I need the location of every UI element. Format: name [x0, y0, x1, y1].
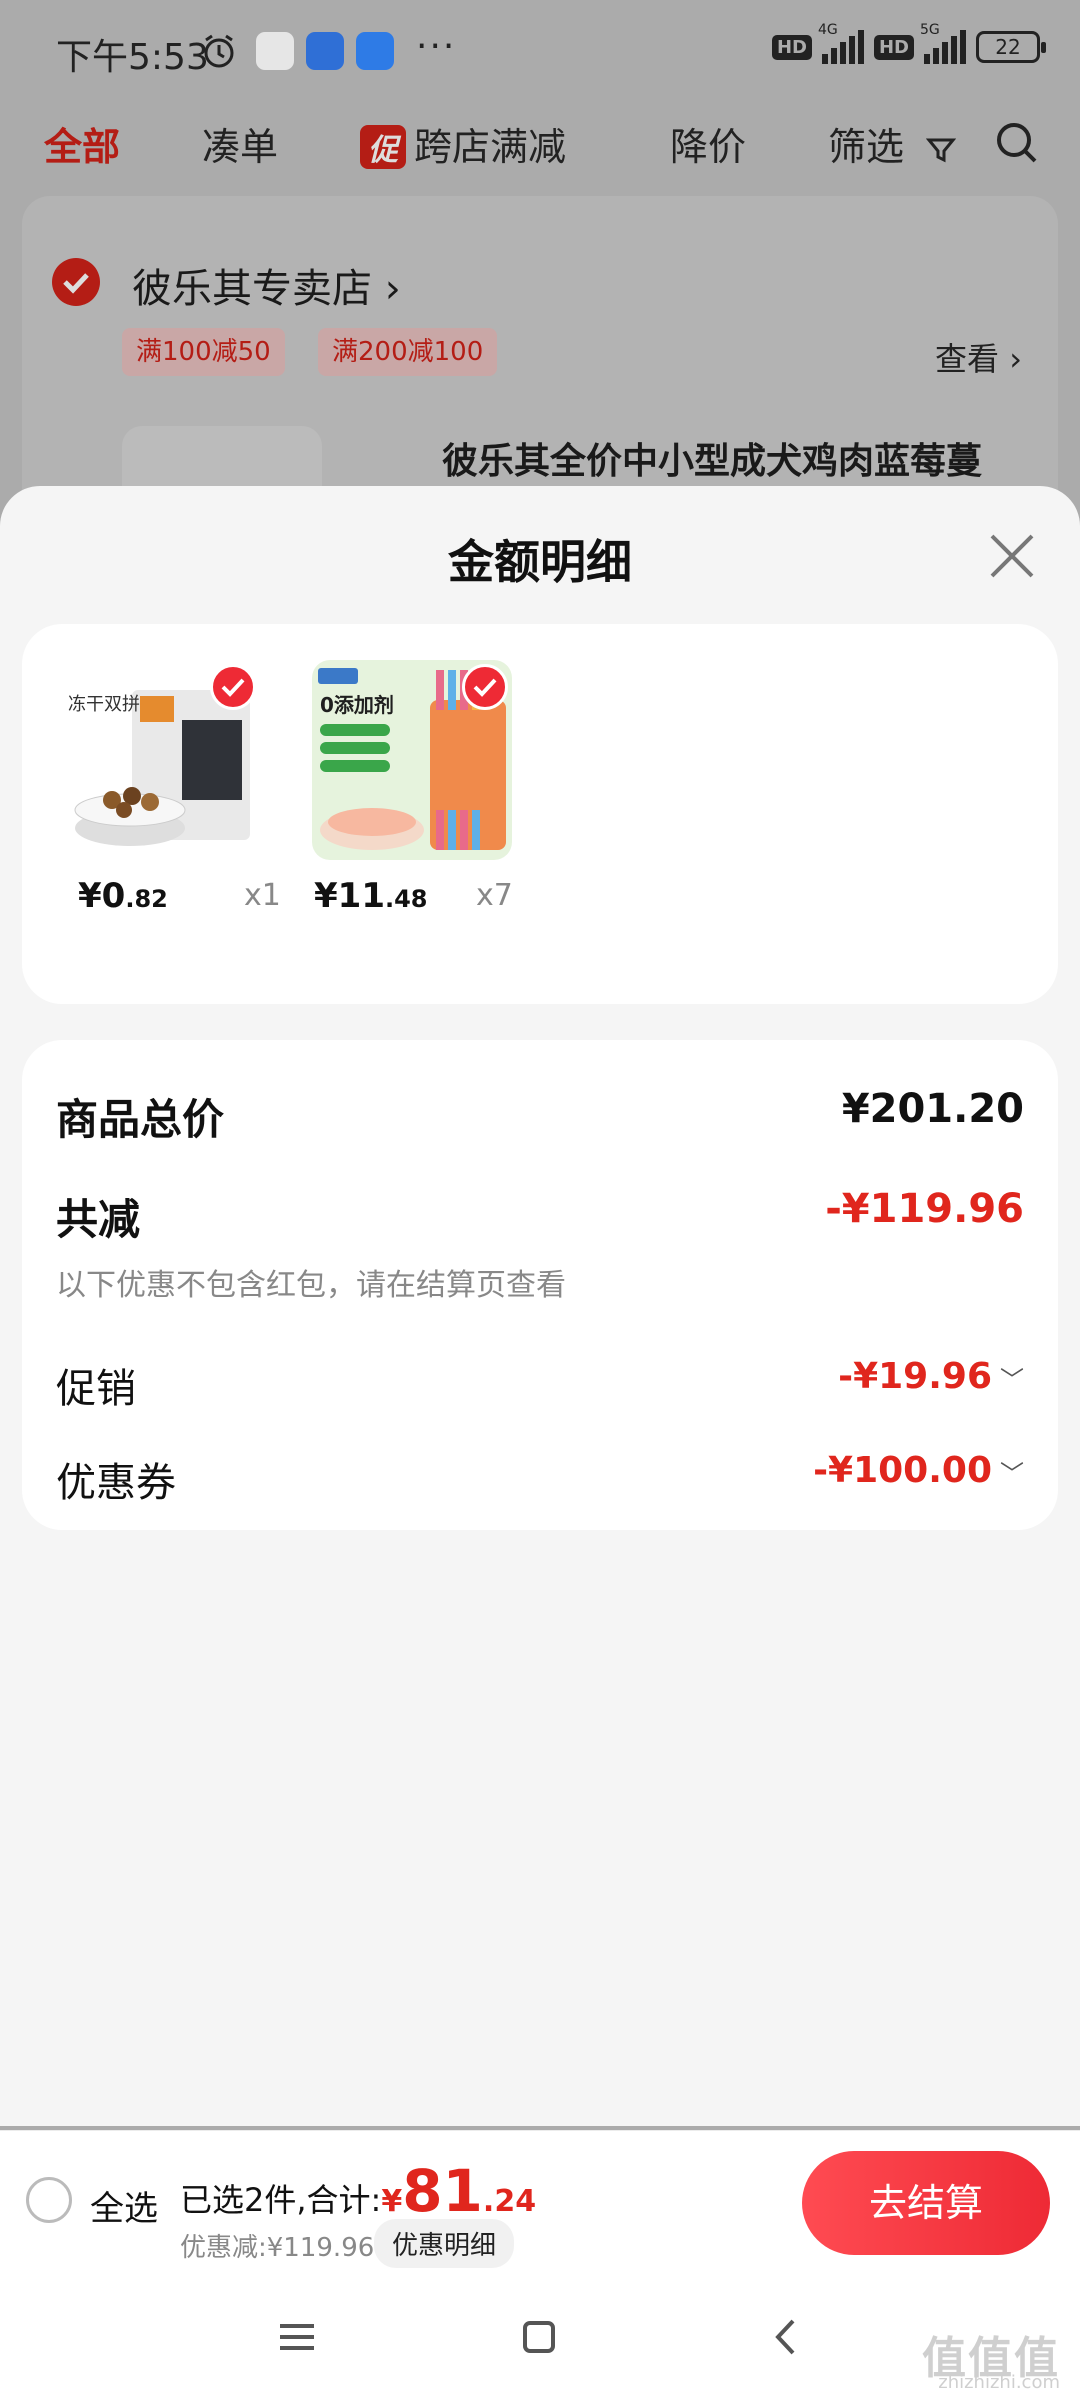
status-right: HD 4G HD 5G 22	[771, 22, 1046, 64]
product-title[interactable]: 彼乐其全价中小型成犬鸡肉蓝莓蔓	[442, 432, 982, 484]
back-icon[interactable]	[762, 2312, 812, 2362]
store-name[interactable]: 彼乐其专卖店 ›	[132, 256, 401, 314]
menu-icon[interactable]	[272, 2312, 322, 2362]
wallet-app-icon	[306, 32, 344, 70]
item-2-image: 0添加剂	[312, 660, 512, 860]
alarm-icon	[200, 32, 238, 70]
system-nav-bar	[0, 2270, 1080, 2400]
total-int: 81	[402, 2157, 483, 2225]
tab-cross-store-label: 跨店满减	[414, 125, 567, 169]
view-link-label: 查看	[935, 340, 1000, 378]
selected-count-label: 已选2件,合计:	[180, 2181, 382, 2219]
item-2-package-text: 0添加剂	[320, 693, 394, 717]
select-all-label[interactable]: 全选	[90, 2181, 158, 2230]
item-2-price: ¥11.48	[314, 876, 428, 916]
item-2[interactable]: 0添加剂	[312, 660, 522, 860]
hd-badge: HD	[771, 34, 812, 60]
store-name-label: 彼乐其专卖店	[132, 266, 372, 312]
item-2-price-int: ¥11	[314, 876, 385, 916]
network-5g-label: 5G	[920, 22, 940, 38]
promo-badge: 促	[360, 125, 406, 169]
items-card: 冻干双拼 ¥0.82 x1 0添加剂 ¥11.48 x7	[22, 624, 1058, 1004]
store-check-icon[interactable]	[52, 258, 100, 306]
video-app-icon	[256, 32, 294, 70]
tab-price-drop[interactable]: 降价	[670, 116, 746, 171]
item-2-price-dec: .48	[384, 885, 428, 913]
item-1-price-dec: .82	[125, 885, 168, 913]
checkout-bar: 全选 已选2件,合计:¥81.24 优惠减:¥119.96 优惠明细 去结算	[0, 2130, 1080, 2270]
home-icon[interactable]	[514, 2312, 564, 2362]
discount-detail-button[interactable]: 优惠明细	[374, 2219, 515, 2268]
tab-cross-store[interactable]: 促跨店满减	[360, 116, 566, 171]
watermark-url: zhizhizhi.com	[938, 2372, 1060, 2393]
tab-bundle[interactable]: 凑单	[202, 116, 278, 171]
amount-detail-sheet: 金额明细 冻干双拼 ¥0.82 x1 0添加剂 ¥11.48 x7 商品总价 ¥…	[0, 486, 1080, 2126]
discount-summary: 优惠减:¥119.96	[180, 2233, 375, 2263]
discount-label: 共减	[56, 1195, 141, 1244]
coupon-label: 优惠券	[56, 1460, 176, 1506]
signal-icon: 4G	[818, 22, 864, 64]
store-coupon-1[interactable]: 满100减50	[122, 328, 285, 376]
coupon-value: -¥100.00	[813, 1450, 992, 1491]
discount-value: -¥119.96	[825, 1186, 1024, 1232]
network-4g-label: 4G	[817, 22, 838, 38]
total-currency: ¥	[381, 2184, 403, 2219]
item-1-check-icon[interactable]	[210, 664, 256, 710]
item-1-image: 冻干双拼	[60, 660, 260, 860]
promo-label: 促销	[56, 1366, 136, 1412]
selected-total: 已选2件,合计:¥81.24	[180, 2162, 537, 2221]
total-price-label: 商品总价	[56, 1095, 225, 1144]
item-1-price: ¥0.82	[78, 876, 168, 916]
filter-tabs: 全部 凑单 促跨店满减 降价 筛选	[0, 100, 1080, 200]
battery-icon: 22	[976, 31, 1046, 63]
tab-filter-label: 筛选	[828, 125, 905, 169]
item-1-qty: x1	[244, 878, 281, 913]
chevron-down-icon: ﹀	[1000, 1366, 1024, 1394]
item-1-price-int: ¥0	[78, 876, 126, 916]
status-time: 下午5:53	[56, 37, 209, 78]
item-2-check-icon[interactable]	[462, 664, 508, 710]
store-coupon-2[interactable]: 满200减100	[318, 328, 498, 376]
total-price-value: ¥201.20	[841, 1086, 1024, 1132]
checkout-button[interactable]: 去结算	[802, 2151, 1050, 2255]
summary-card: 商品总价 ¥201.20 共减 -¥119.96 以下优惠不包含红包，请在结算页…	[22, 1040, 1058, 1530]
item-2-qty: x7	[476, 878, 513, 913]
filter-icon	[925, 138, 957, 162]
signal-icon-2: 5G	[920, 22, 966, 64]
coupon-row[interactable]: -¥100.00 ﹀	[813, 1450, 1024, 1491]
car-app-icon	[356, 32, 394, 70]
search-icon[interactable]	[994, 120, 1040, 166]
status-bar: 下午5:53 ··· HD 4G HD 5G 22	[0, 0, 1080, 100]
close-icon[interactable]	[984, 528, 1040, 584]
chevron-right-icon: ›	[384, 266, 401, 312]
promo-value: -¥19.96	[838, 1356, 992, 1397]
chevron-down-icon: ﹀	[1000, 1460, 1024, 1488]
discount-note: 以下优惠不包含红包，请在结算页查看	[56, 1268, 566, 1303]
sheet-title: 金额明细	[448, 535, 632, 589]
view-link[interactable]: 查看 ›	[935, 334, 1022, 380]
select-all-radio[interactable]	[26, 2177, 72, 2223]
item-1[interactable]: 冻干双拼	[60, 660, 270, 860]
total-dec: .24	[482, 2184, 537, 2219]
chevron-right-icon: ›	[1009, 340, 1022, 378]
promo-row[interactable]: -¥19.96 ﹀	[838, 1356, 1024, 1397]
item-1-package-text: 冻干双拼	[68, 694, 140, 715]
more-notifications-icon: ···	[416, 26, 457, 67]
tab-filter[interactable]: 筛选	[828, 116, 957, 171]
tab-all[interactable]: 全部	[44, 116, 120, 171]
hd-badge-2: HD	[873, 34, 914, 60]
